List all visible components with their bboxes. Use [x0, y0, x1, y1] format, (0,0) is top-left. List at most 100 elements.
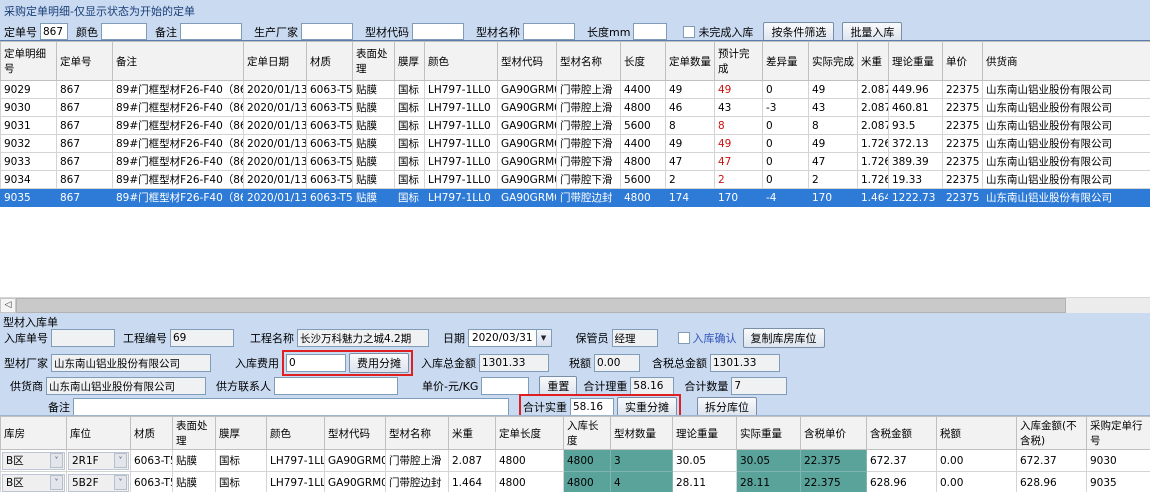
order-no-input[interactable]: [40, 23, 68, 40]
unit-price-field[interactable]: [481, 377, 529, 395]
supplier-contact-field[interactable]: [274, 377, 398, 395]
column-header[interactable]: 表面处理: [173, 417, 216, 450]
profile-name-input[interactable]: [523, 23, 575, 40]
combo-cell[interactable]: 5B2F˅: [67, 472, 131, 492]
column-header[interactable]: 型材数量: [611, 417, 673, 450]
column-header[interactable]: 理论重量: [889, 42, 943, 81]
chevron-down-icon[interactable]: ˅: [50, 453, 63, 468]
column-header[interactable]: 米重: [858, 42, 889, 81]
cell: 0: [763, 81, 809, 99]
copy-warehouse-location-button[interactable]: 复制库房库位: [743, 328, 825, 348]
chevron-down-icon[interactable]: ˅: [50, 475, 63, 490]
table-row[interactable]: 903486789#门框型材F26-F40（866+867）2020/01/13…: [1, 171, 1150, 189]
column-header[interactable]: 型材名称: [557, 42, 621, 81]
factory-field[interactable]: [51, 354, 211, 372]
length-input[interactable]: [633, 23, 667, 40]
project-no-field[interactable]: [170, 329, 234, 347]
table-row[interactable]: 903086789#门框型材F26-F40（866+867）2020/01/13…: [1, 99, 1150, 117]
project-name-field[interactable]: [297, 329, 429, 347]
reset-button[interactable]: 重置: [539, 376, 577, 396]
table-row[interactable]: 903586789#门框型材F26-F40（866+867）2020/01/13…: [1, 189, 1150, 207]
column-header[interactable]: 入库长度: [564, 417, 611, 450]
date-picker[interactable]: 2020/03/31 ▼: [468, 329, 552, 347]
total-theory-weight-field[interactable]: [630, 377, 674, 395]
fee-allocate-button[interactable]: 费用分摊: [349, 353, 409, 373]
column-header[interactable]: 库房: [1, 417, 67, 450]
unfinished-checkbox[interactable]: [683, 26, 695, 38]
column-header[interactable]: 颜色: [267, 417, 325, 450]
column-header[interactable]: 型材名称: [386, 417, 449, 450]
column-header[interactable]: 膜厚: [216, 417, 267, 450]
inbound-fee-field[interactable]: [286, 354, 346, 372]
scroll-left-arrow-icon[interactable]: ◁: [0, 298, 16, 313]
cell: 2020/01/13: [244, 171, 307, 189]
column-header[interactable]: 供货商: [983, 42, 1150, 81]
column-header[interactable]: 采购定单行号: [1087, 417, 1150, 450]
cell: 4: [611, 472, 673, 492]
manufacturer-input[interactable]: [301, 23, 353, 40]
column-header[interactable]: 颜色: [425, 42, 498, 81]
cell: 2020/01/13: [244, 81, 307, 99]
column-header[interactable]: 含税金额: [867, 417, 937, 450]
column-header[interactable]: 差异量: [763, 42, 809, 81]
chevron-down-icon[interactable]: ˅: [114, 475, 127, 490]
column-header[interactable]: 长度: [621, 42, 666, 81]
column-header[interactable]: 理论重量: [673, 417, 737, 450]
table-row[interactable]: B区˅5B2F˅6063-T5贴膜国标LH797-1LL0GA90GRM05门带…: [1, 472, 1150, 492]
column-header[interactable]: 米重: [449, 417, 496, 450]
total-actual-weight-field[interactable]: [570, 398, 614, 416]
combo-cell[interactable]: B区˅: [1, 450, 67, 472]
column-header[interactable]: 单价: [943, 42, 983, 81]
inbound-confirm-label: 入库确认: [693, 330, 737, 346]
column-header[interactable]: 实际完成: [809, 42, 858, 81]
cell: 49: [715, 135, 763, 153]
inbound-no-field[interactable]: [51, 329, 115, 347]
column-header[interactable]: 定单日期: [244, 42, 307, 81]
table-row[interactable]: 903186789#门框型材F26-F40（866+867）2020/01/13…: [1, 117, 1150, 135]
table-row[interactable]: 903386789#门框型材F26-F40（866+867）2020/01/13…: [1, 153, 1150, 171]
calendar-dropdown-icon[interactable]: ▼: [537, 329, 552, 347]
combo-cell[interactable]: 2R1F˅: [67, 450, 131, 472]
combo-cell[interactable]: B区˅: [1, 472, 67, 492]
column-header[interactable]: 税额: [937, 417, 1017, 450]
total-amount-field[interactable]: [479, 354, 549, 372]
column-header[interactable]: 定单明细号: [1, 42, 57, 81]
column-header[interactable]: 入库金额(不含税): [1017, 417, 1087, 450]
column-header[interactable]: 预计完成: [715, 42, 763, 81]
horizontal-scrollbar[interactable]: ◁: [0, 297, 1150, 313]
form-remark-field[interactable]: [73, 398, 509, 416]
keeper-field[interactable]: [612, 329, 658, 347]
column-header[interactable]: 型材代码: [498, 42, 557, 81]
table-row[interactable]: B区˅2R1F˅6063-T5贴膜国标LH797-1LL0GA90GRM03门带…: [1, 450, 1150, 472]
column-header[interactable]: 定单数量: [666, 42, 715, 81]
filter-by-condition-button[interactable]: 按条件筛选: [763, 22, 834, 42]
total-qty-field[interactable]: [731, 377, 787, 395]
column-header[interactable]: 备注: [113, 42, 244, 81]
column-header[interactable]: 实际重量: [737, 417, 801, 450]
column-header[interactable]: 材质: [131, 417, 173, 450]
column-header[interactable]: 型材代码: [325, 417, 386, 450]
actual-weight-allocate-button[interactable]: 实重分摊: [617, 397, 677, 417]
tax-field[interactable]: [594, 354, 640, 372]
remark-input[interactable]: [180, 23, 242, 40]
split-location-button[interactable]: 拆分库位: [697, 397, 757, 417]
table-row[interactable]: 903286789#门框型材F26-F40（866+867）2020/01/13…: [1, 135, 1150, 153]
column-header[interactable]: 材质: [307, 42, 353, 81]
cell: 门带腔边封: [386, 472, 449, 492]
column-header[interactable]: 定单长度: [496, 417, 564, 450]
inbound-confirm-checkbox[interactable]: [678, 332, 690, 344]
column-header[interactable]: 定单号: [57, 42, 113, 81]
column-header[interactable]: 膜厚: [395, 42, 425, 81]
column-header[interactable]: 库位: [67, 417, 131, 450]
color-input[interactable]: [101, 23, 147, 40]
profile-code-input[interactable]: [412, 23, 464, 40]
batch-inbound-button[interactable]: 批量入库: [842, 22, 902, 42]
supplier-field[interactable]: [46, 377, 206, 395]
table-row[interactable]: 902986789#门框型材F26-F40（866+867）2020/01/13…: [1, 81, 1150, 99]
column-header[interactable]: 表面处理: [353, 42, 395, 81]
scrollbar-thumb[interactable]: [16, 298, 1066, 313]
column-header[interactable]: 含税单价: [801, 417, 867, 450]
chevron-down-icon[interactable]: ˅: [114, 453, 127, 468]
total-with-tax-field[interactable]: [710, 354, 780, 372]
date-value[interactable]: 2020/03/31: [468, 329, 537, 347]
